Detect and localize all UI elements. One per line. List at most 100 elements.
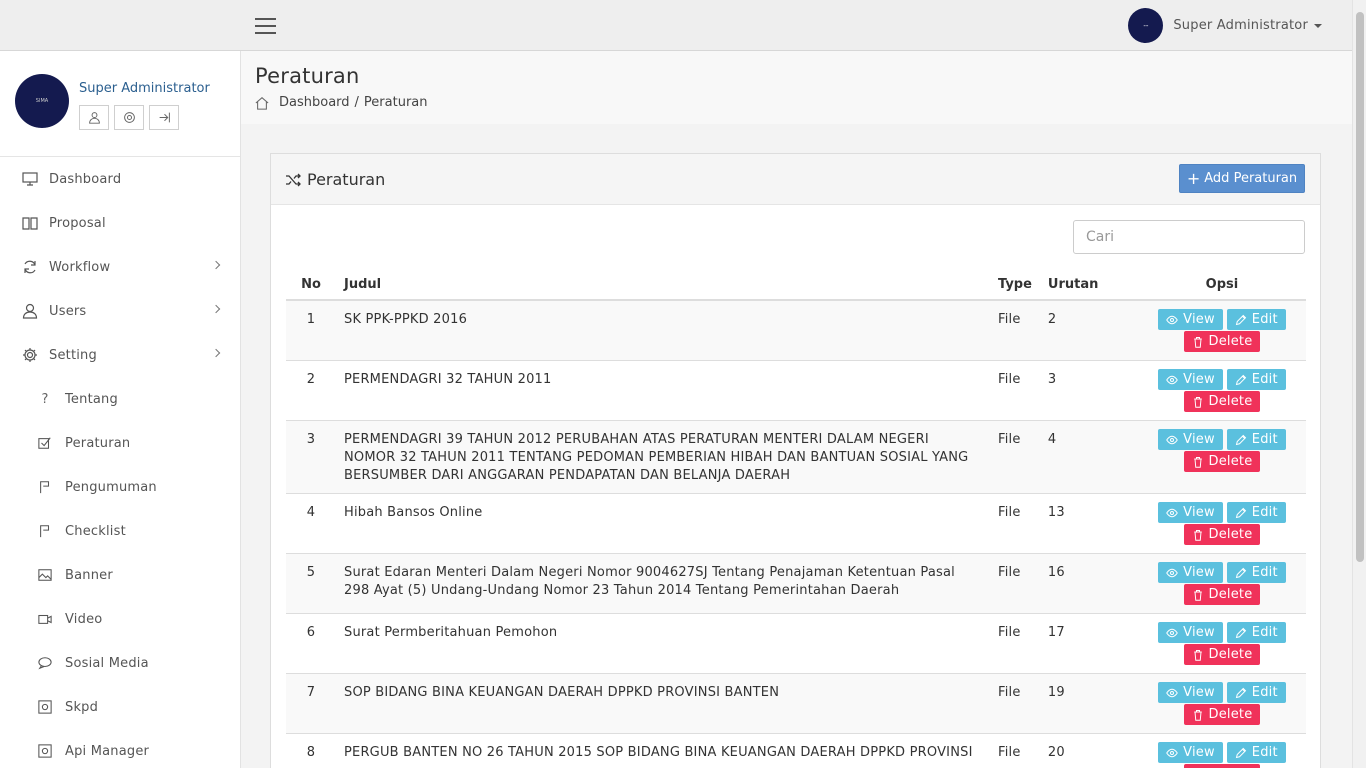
sidebar-item-label: Sosial Media [65,655,149,671]
profile-avatar: SIMA [15,74,69,128]
pencil-icon [1235,434,1246,445]
sidebar-item-label: Pengumuman [65,479,157,495]
view-button[interactable]: View [1158,742,1223,763]
avatar[interactable]: -- [1128,8,1164,43]
eye-icon [1166,568,1178,577]
main-content: Peraturan Dashboard / Peraturan Peratura… [241,51,1352,768]
view-button[interactable]: View [1158,369,1223,390]
trash-icon [1193,456,1202,468]
eye-icon [1166,375,1178,384]
cell-urutan: 4 [1039,420,1138,494]
sidebar-item-label: Video [65,611,103,627]
view-button[interactable]: View [1158,622,1223,643]
column-header-no[interactable]: No [286,270,336,301]
add-peraturan-button[interactable]: + Add Peraturan [1179,164,1305,193]
sidebar-item-banner[interactable]: Banner [0,553,240,597]
sidebar-item-label: Setting [49,347,97,363]
cell-judul: PERMENDAGRI 39 TAHUN 2012 PERUBAHAN ATAS… [336,420,990,494]
cell-opsi: View Edit Delete [1137,733,1306,768]
sidebar-item-tentang[interactable]: ? Tentang [0,377,240,421]
scrollbar-thumb[interactable] [1356,12,1364,562]
sidebar: SIMA Super Administrator Dashboard Propo… [0,51,241,768]
eye-icon [1166,628,1178,637]
edit-button[interactable]: Edit [1226,369,1286,390]
table-row: 1 SK PPK-PPKD 2016 File 2 View Edit Dele… [286,300,1306,361]
sidebar-item-label: Dashboard [49,171,122,187]
column-header-judul[interactable]: Judul [336,270,990,301]
view-button[interactable]: View [1158,682,1223,703]
page-header: Peraturan Dashboard / Peraturan [241,51,1352,124]
edit-button[interactable]: Edit [1226,742,1286,763]
chevron-right-icon [211,348,221,358]
cell-opsi: View Edit Delete [1137,493,1306,554]
sidebar-item-workflow[interactable]: Workflow [0,245,240,289]
sidebar-item-sosial-media[interactable]: Sosial Media [0,641,240,685]
delete-button[interactable]: Delete [1183,584,1261,605]
sidebar-item-peraturan[interactable]: Peraturan [0,421,240,465]
column-header-urutan[interactable]: Urutan [1039,270,1138,301]
sidebar-item-setting[interactable]: Setting [0,333,240,377]
cell-opsi: View Edit Delete [1137,420,1306,494]
cell-urutan: 3 [1039,360,1138,421]
panel-header: Peraturan + Add Peraturan [271,154,1320,205]
pencil-icon [1235,687,1246,698]
hamburger-menu-icon[interactable] [255,18,276,36]
sidebar-item-proposal[interactable]: Proposal [0,201,240,245]
image-icon [38,567,52,584]
delete-button[interactable]: Delete [1183,644,1261,665]
caret-down-icon[interactable] [1314,23,1322,28]
table-row: 6 Surat Permberitahuan Pemohon File 17 V… [286,613,1306,674]
cell-type: File [990,553,1040,614]
breadcrumb-dashboard[interactable]: Dashboard [279,95,350,110]
edit-button[interactable]: Edit [1226,682,1286,703]
edit-button[interactable]: Edit [1226,309,1286,330]
sidebar-item-label: Users [49,303,87,319]
delete-button[interactable]: Delete [1183,764,1261,768]
view-button[interactable]: View [1158,429,1223,450]
panel-title-label: Peraturan [307,170,386,189]
cell-judul: Surat Permberitahuan Pemohon [336,613,990,674]
cell-urutan: 17 [1039,613,1138,674]
cell-judul: SOP BIDANG BINA KEUANGAN DAERAH DPPKD PR… [336,673,990,734]
cell-judul: PERGUB BANTEN NO 26 TAHUN 2015 SOP BIDAN… [336,733,990,768]
pencil-icon [1235,507,1246,518]
cell-no: 5 [286,553,336,614]
delete-button[interactable]: Delete [1183,391,1261,412]
delete-button[interactable]: Delete [1183,451,1261,472]
user-dropdown[interactable]: -- Super Administrator [1128,8,1322,43]
delete-button[interactable]: Delete [1183,704,1261,725]
peraturan-panel: Peraturan + Add Peraturan No Judul Type … [270,153,1321,768]
sidebar-item-users[interactable]: Users [0,289,240,333]
delete-button[interactable]: Delete [1183,524,1261,545]
sidebar-item-label: Workflow [49,259,111,275]
cell-urutan: 16 [1039,553,1138,614]
view-button[interactable]: View [1158,562,1223,583]
sidebar-item-checklist[interactable]: Checklist [0,509,240,553]
view-button[interactable]: View [1158,309,1223,330]
add-button-label: Add Peraturan [1204,171,1298,186]
edit-button[interactable]: Edit [1226,622,1286,643]
question-icon: ? [41,391,49,407]
page-scrollbar[interactable] [1352,0,1366,768]
column-header-type[interactable]: Type [990,270,1040,301]
chat-icon [38,655,52,672]
cell-no: 1 [286,300,336,361]
view-button[interactable]: View [1158,502,1223,523]
settings-button[interactable] [114,105,144,130]
sidebar-item-skpd[interactable]: Skpd [0,685,240,729]
delete-button[interactable]: Delete [1183,331,1261,352]
profile-name[interactable]: Super Administrator [79,81,210,96]
user-name[interactable]: Super Administrator [1173,18,1308,33]
search-input[interactable] [1073,220,1305,254]
logout-button[interactable] [149,105,179,130]
edit-button[interactable]: Edit [1226,429,1286,450]
edit-button[interactable]: Edit [1226,562,1286,583]
profile-button[interactable] [79,105,109,130]
edit-button[interactable]: Edit [1226,502,1286,523]
sidebar-item-dashboard[interactable]: Dashboard [0,157,240,201]
sidebar-item-label: Proposal [49,215,106,231]
sidebar-item-pengumuman[interactable]: Pengumuman [0,465,240,509]
sidebar-item-api-manager[interactable]: Api Manager [0,729,240,768]
cell-opsi: View Edit Delete [1137,553,1306,614]
sidebar-item-video[interactable]: Video [0,597,240,641]
